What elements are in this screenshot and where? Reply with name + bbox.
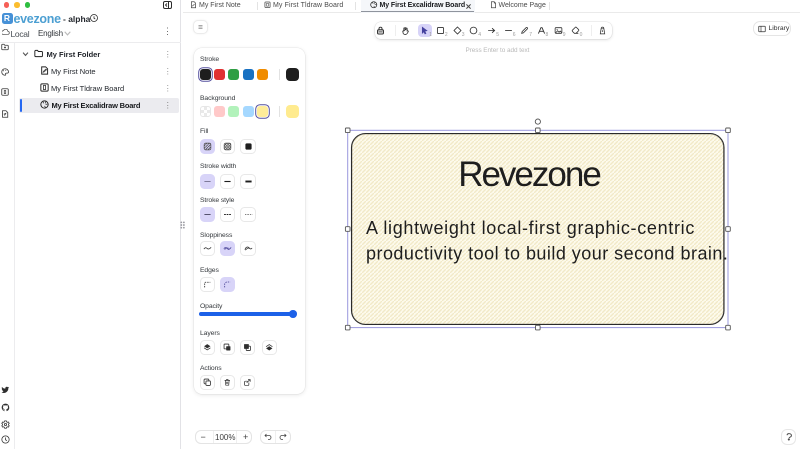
svg-text:A lightweight local-first grap: A lightweight local-first graphic-centri… — [366, 218, 695, 238]
svg-text:Revezone: Revezone — [458, 155, 600, 194]
svg-text:productivity tool to build you: productivity tool to build your second b… — [366, 244, 728, 264]
